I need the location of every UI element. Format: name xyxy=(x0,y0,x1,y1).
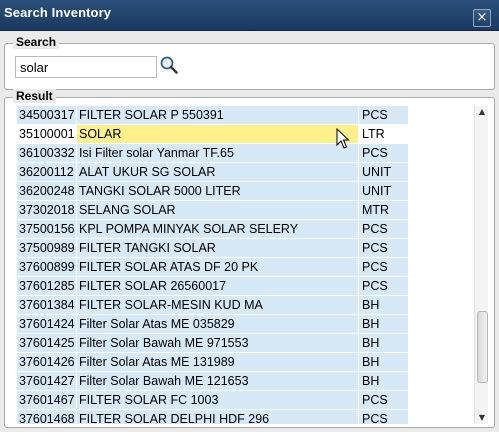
search-group: Search xyxy=(4,35,495,90)
mouse-pointer-icon xyxy=(336,128,350,149)
item-code-cell: 36200248 xyxy=(17,182,76,200)
item-code-cell: 37601426 xyxy=(17,353,76,371)
item-code-cell: 34500317 xyxy=(17,106,76,124)
result-row[interactable]: 37302018 SELANG SOLAR MTR xyxy=(17,201,408,220)
item-name-cell: FILTER SOLAR ATAS DF 20 PK xyxy=(77,258,358,276)
result-group: Result 34500317 FILTER SOLAR P 550391 PCS 3… xyxy=(4,89,495,428)
item-unit-cell: UNIT xyxy=(359,182,408,200)
result-list: 34500317 FILTER SOLAR P 550391 PCS 35100001… xyxy=(17,106,474,424)
result-legend: Result xyxy=(13,89,56,103)
item-code-cell: 37601384 xyxy=(17,296,76,314)
item-unit-cell: PCS xyxy=(359,258,408,276)
item-unit-cell: PCS xyxy=(359,277,408,295)
item-name-cell: Filter Solar Atas ME 035829 xyxy=(77,315,358,333)
close-button[interactable]: × xyxy=(473,9,491,27)
item-unit-cell: PCS xyxy=(359,106,408,124)
result-row[interactable]: 37500989 FILTER TANGKI SOLAR PCS xyxy=(17,239,408,258)
item-unit-cell: BH xyxy=(359,353,408,371)
search-icon[interactable] xyxy=(159,55,179,75)
scroll-up-arrow-icon[interactable]: ▲ xyxy=(475,106,489,118)
result-row[interactable]: 37601285 FILTER SOLAR 26560017 PCS xyxy=(17,277,408,296)
item-code-cell: 37500156 xyxy=(17,220,76,238)
result-row[interactable]: 37601425 Filter Solar Bawah ME 971553 BH xyxy=(17,334,408,353)
item-name-cell: FILTER SOLAR 26560017 xyxy=(77,277,358,295)
result-row[interactable]: 37601467 FILTER SOLAR FC 1003 PCS xyxy=(17,391,408,410)
item-name-cell: KPL POMPA MINYAK SOLAR SELERY xyxy=(77,220,358,238)
item-code-cell: 37601285 xyxy=(17,277,76,295)
item-name-cell: FILTER TANGKI SOLAR xyxy=(77,239,358,257)
result-row[interactable]: 37601426 Filter Solar Atas ME 131989 BH xyxy=(17,353,408,372)
item-code-cell: 37601467 xyxy=(17,391,76,409)
item-unit-cell: PCS xyxy=(359,144,408,162)
item-code-cell: 37601425 xyxy=(17,334,76,352)
item-name-cell: FILTER SOLAR P 550391 xyxy=(77,106,358,124)
item-code-cell: 37600899 xyxy=(17,258,76,276)
item-code-cell: 37601424 xyxy=(17,315,76,333)
item-name-cell: TANGKI SOLAR 5000 LITER xyxy=(77,182,358,200)
item-unit-cell: LTR xyxy=(359,125,408,143)
result-row[interactable]: 34500317 FILTER SOLAR P 550391 PCS xyxy=(17,106,408,125)
item-code-cell: 36100332 xyxy=(17,144,76,162)
item-name-cell: FILTER SOLAR FC 1003 xyxy=(77,391,358,409)
vertical-scrollbar[interactable]: ▲ ▼ xyxy=(474,106,488,424)
result-row[interactable]: 37600899 FILTER SOLAR ATAS DF 20 PK PCS xyxy=(17,258,408,277)
result-row[interactable]: 36200248 TANGKI SOLAR 5000 LITER UNIT xyxy=(17,182,408,201)
search-input[interactable] xyxy=(15,56,157,78)
result-row[interactable]: 36200112 ALAT UKUR SG SOLAR UNIT xyxy=(17,163,408,182)
item-name-cell: Isi Filter solar Yanmar TF.65 xyxy=(77,144,358,162)
title-bar[interactable]: Search Inventory × xyxy=(0,0,499,31)
item-unit-cell: MTR xyxy=(359,201,408,219)
item-name-cell: FILTER SOLAR DELPHI HDF 296 xyxy=(77,410,358,424)
item-unit-cell: BH xyxy=(359,296,408,314)
item-code-cell: 37601468 xyxy=(17,410,76,424)
result-row[interactable]: 37601427 Filter Solar Bawah ME 121653 BH xyxy=(17,372,408,391)
item-name-cell: Filter Solar Atas ME 131989 xyxy=(77,353,358,371)
item-code-cell: 37302018 xyxy=(17,201,76,219)
item-name-cell: Filter Solar Bawah ME 121653 xyxy=(77,372,358,390)
item-unit-cell: BH xyxy=(359,372,408,390)
item-name-cell: SELANG SOLAR xyxy=(77,201,358,219)
result-row[interactable]: 37500156 KPL POMPA MINYAK SOLAR SELERY PCS xyxy=(17,220,408,239)
item-unit-cell: UNIT xyxy=(359,163,408,181)
item-name-cell: ALAT UKUR SG SOLAR xyxy=(77,163,358,181)
result-row[interactable]: 37601424 Filter Solar Atas ME 035829 BH xyxy=(17,315,408,334)
item-code-cell: 37500989 xyxy=(17,239,76,257)
item-unit-cell: BH xyxy=(359,334,408,352)
item-unit-cell: PCS xyxy=(359,239,408,257)
item-unit-cell: BH xyxy=(359,315,408,333)
result-row[interactable]: 37601468 FILTER SOLAR DELPHI HDF 296 PCS xyxy=(17,410,408,424)
search-legend: Search xyxy=(13,35,60,49)
search-inventory-window: Search Inventory × Search Result 3450031… xyxy=(0,0,499,432)
item-unit-cell: PCS xyxy=(359,410,408,424)
scrollbar-thumb[interactable] xyxy=(477,311,488,383)
window-title: Search Inventory xyxy=(4,5,112,20)
item-unit-cell: PCS xyxy=(359,220,408,238)
item-unit-cell: PCS xyxy=(359,391,408,409)
item-code-cell: 36200112 xyxy=(17,163,76,181)
item-name-cell: Filter Solar Bawah ME 971553 xyxy=(77,334,358,352)
item-name-cell: SOLAR xyxy=(77,125,358,143)
result-row[interactable]: 37601384 FILTER SOLAR-MESIN KUD MA BH xyxy=(17,296,408,315)
item-name-cell: FILTER SOLAR-MESIN KUD MA xyxy=(77,296,358,314)
item-code-cell: 37601427 xyxy=(17,372,76,390)
scroll-down-arrow-icon[interactable]: ▼ xyxy=(475,412,489,424)
item-code-cell: 35100001 xyxy=(17,125,76,143)
